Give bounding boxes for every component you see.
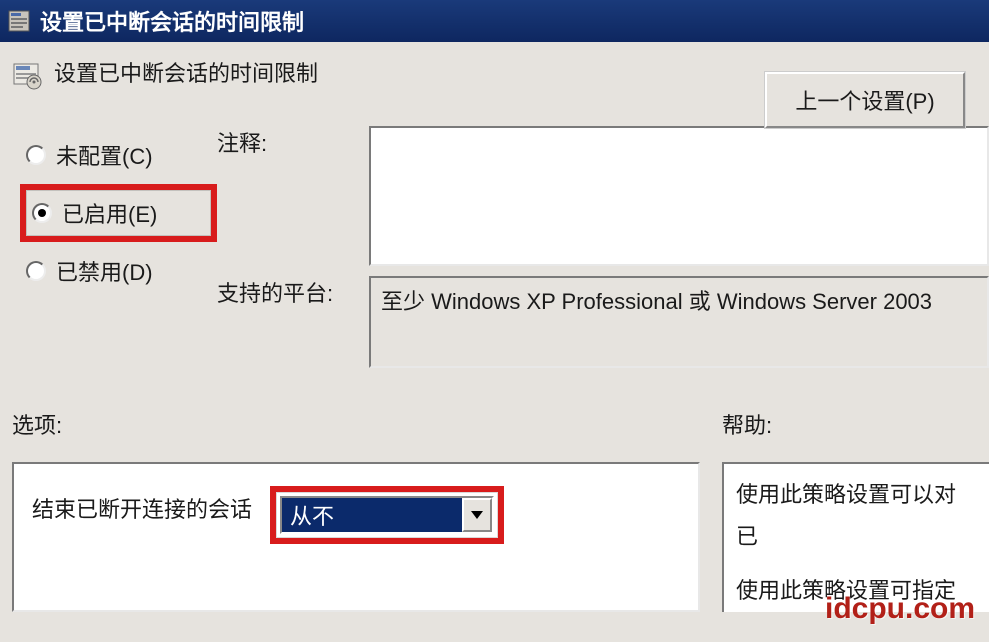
- end-session-label: 结束已断开连接的会话: [32, 486, 252, 524]
- title-bar: 设置已中断会话的时间限制: [0, 0, 989, 42]
- radio-label: 已启用(E): [62, 197, 157, 229]
- radio-not-configured[interactable]: 未配置(C): [20, 126, 217, 184]
- comment-label: 注释:: [217, 126, 349, 266]
- comment-textarea[interactable]: [369, 126, 989, 266]
- supported-label: 支持的平台:: [217, 276, 349, 368]
- options-section-label: 选项:: [12, 408, 722, 440]
- radio-label: 已禁用(D): [56, 255, 153, 287]
- radio-icon: [32, 203, 52, 223]
- policy-icon: [12, 60, 42, 90]
- previous-setting-button[interactable]: 上一个设置(P): [765, 72, 965, 128]
- combo-value: 从不: [282, 498, 462, 532]
- radio-disabled[interactable]: 已禁用(D): [20, 242, 217, 300]
- options-panel: 结束已断开连接的会话 从不: [12, 462, 700, 612]
- end-session-combobox[interactable]: 从不: [280, 496, 494, 534]
- radio-enabled[interactable]: 已启用(E): [20, 184, 217, 242]
- help-line: 使用此策略设置可指定某: [736, 570, 977, 612]
- radio-icon: [26, 261, 46, 281]
- supported-text: 至少 Windows XP Professional 或 Windows Ser…: [381, 289, 932, 314]
- radio-icon: [26, 145, 46, 165]
- help-section-label: 帮助:: [722, 408, 772, 440]
- chevron-down-icon: [462, 498, 492, 532]
- help-panel: 使用此策略设置可以对已 使用此策略设置可指定某 长时间。默认情况下，远: [722, 462, 989, 612]
- radio-label: 未配置(C): [56, 139, 153, 171]
- supported-platforms: 至少 Windows XP Professional 或 Windows Ser…: [369, 276, 989, 368]
- window-icon: [6, 8, 32, 34]
- window-title: 设置已中断会话的时间限制: [40, 5, 304, 37]
- combo-highlight: 从不: [270, 486, 504, 544]
- help-line: 使用此策略设置可以对已: [736, 474, 977, 558]
